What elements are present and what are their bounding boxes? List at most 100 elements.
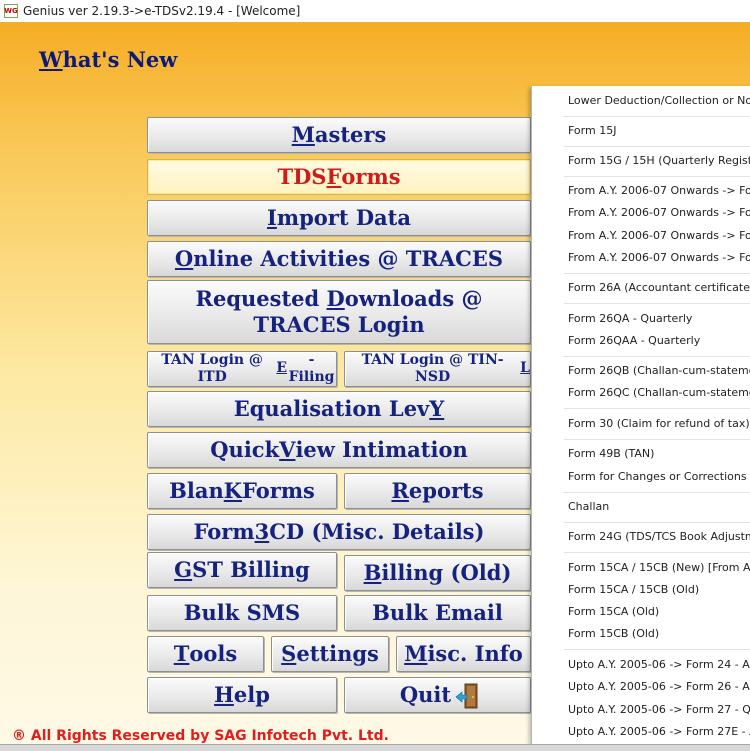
menu-item[interactable]: Form 15CA / 15CB (Old) (568, 583, 699, 596)
blank-forms-pre: Blan (169, 477, 224, 503)
import-data-button[interactable]: Import Data (147, 200, 531, 236)
menu-item[interactable]: Upto A.Y. 2005-06 -> Form 24 - An (568, 658, 750, 671)
menu-item[interactable]: Form 15G / 15H (Quarterly Registe (568, 154, 750, 167)
help-button[interactable]: Help (147, 677, 337, 713)
settings-label: ettings (296, 640, 379, 666)
masters-button[interactable]: Masters (147, 117, 531, 153)
tools-button[interactable]: Tools (147, 636, 264, 672)
menu-item[interactable]: Lower Deduction/Collection or No (568, 94, 750, 107)
menu-item[interactable]: Form 24G (TDS/TCS Book Adjustm (568, 530, 750, 543)
requested-downloads-line2: TRACES Login (253, 312, 425, 337)
blank-forms-mnemonic: K (223, 477, 242, 503)
help-label: elp (233, 681, 270, 707)
bulk-sms-button[interactable]: Bulk SMS (147, 595, 337, 631)
menu-item[interactable]: Upto A.Y. 2005-06 -> Form 26 - An (568, 680, 750, 693)
menu-item[interactable]: Form 26QA - Quarterly (568, 312, 692, 325)
menu-item[interactable]: Upto A.Y. 2005-06 -> Form 27 - Qu (568, 703, 750, 716)
tds-forms-label-pre: TDS (277, 163, 327, 189)
tools-mnemonic: T (173, 640, 190, 666)
settings-mnemonic: S (281, 640, 297, 666)
menu-item[interactable]: Form 15J (568, 124, 616, 137)
whats-new-label: hat's New (62, 47, 178, 72)
menu-item[interactable]: Form 15CB (Old) (568, 627, 659, 640)
quick-view-pre: Quick (210, 436, 280, 462)
menu-item[interactable]: Form for Changes or Corrections in (568, 470, 750, 483)
settings-button[interactable]: Settings (271, 636, 389, 672)
quit-button[interactable]: Quit (344, 677, 531, 713)
gst-billing-button[interactable]: G ST Billing (147, 552, 337, 588)
whats-new-link[interactable]: What's New (39, 47, 177, 72)
menu-item[interactable]: Form 26A (Accountant certificate f (568, 281, 750, 294)
reports-button[interactable]: Reports (344, 473, 531, 509)
equalisation-pre: Equalisation Lev (233, 395, 430, 421)
menu-item[interactable]: Form 30 (Claim for refund of tax) (568, 417, 750, 430)
misc-info-label: isc. Info (427, 640, 523, 666)
blank-forms-rest: Forms (242, 477, 315, 503)
quit-label: Quit (399, 681, 452, 707)
equalisation-mnemonic: Y (429, 395, 445, 421)
menu-item[interactable]: Form 26QAA - Quarterly (568, 334, 700, 347)
online-activities-mnemonic: O (174, 245, 194, 271)
online-activities-label: nline Activities @ TRACES (193, 245, 504, 271)
misc-info-button[interactable]: Misc. Info (396, 636, 531, 672)
requested-downloads-button[interactable]: Requested Downloads @ TRACES Login (147, 280, 531, 344)
menu-item[interactable]: Form 26QC (Challan-cum-stateme (568, 386, 750, 399)
requested-downloads-pre: Requested (195, 285, 327, 311)
tds-forms-button[interactable]: TDS Forms (147, 159, 531, 195)
reports-label: eports (408, 477, 484, 503)
menu-separator (564, 408, 750, 409)
billing-old-button[interactable]: Billing (Old) (344, 555, 531, 591)
menu-separator (564, 146, 750, 147)
copyright-footer: ® All Rights Reserved by SAG Infotech Pv… (12, 728, 389, 744)
misc-info-mnemonic: M (404, 640, 428, 666)
equalisation-levy-button[interactable]: Equalisation Lev Y (147, 391, 531, 427)
import-data-mnemonic: I (267, 204, 277, 230)
menu-item[interactable]: Challan (568, 500, 609, 513)
bulk-email-button[interactable]: Bulk Email (344, 595, 531, 631)
exit-door-icon (455, 682, 478, 709)
blank-forms-button[interactable]: Blan K Forms (147, 473, 337, 509)
tds-forms-dropdown-menu: Lower Deduction/Collection or No Form 15… (531, 86, 750, 750)
form-3cd-button[interactable]: Form 3 CD (Misc. Details) (147, 514, 531, 550)
help-mnemonic: H (214, 681, 234, 707)
reports-mnemonic: R (391, 477, 409, 503)
menu-separator (564, 356, 750, 357)
menu-item[interactable]: From A.Y. 2006-07 Onwards -> For (568, 184, 750, 197)
billing-old-mnemonic: B (363, 559, 382, 585)
menu-separator (564, 552, 750, 553)
menu-item[interactable]: Form 15CA / 15CB (New) [From Ap (568, 561, 750, 574)
tan-itd-mnemonic: E (276, 360, 288, 377)
gst-billing-label: ST Billing (192, 556, 310, 582)
menu-separator (564, 116, 750, 117)
tds-forms-label: orms (341, 163, 401, 189)
menu-separator (564, 176, 750, 177)
masters-label: asters (314, 121, 387, 147)
menu-item[interactable]: Upto A.Y. 2005-06 -> Form 27E - A (568, 725, 750, 738)
menu-item[interactable]: Form 49B (TAN) (568, 447, 654, 460)
menu-item[interactable]: Form 26QB (Challan-cum-stateme (568, 364, 750, 377)
window-title: Genius ver 2.19.3->e-TDSv2.19.4 - [Welco… (23, 4, 301, 18)
form-3cd-mnemonic: 3 (254, 518, 270, 544)
menu-item[interactable]: Form 15CA (Old) (568, 605, 659, 618)
quick-view-intimation-button[interactable]: Quick View Intimation (147, 432, 531, 468)
masters-mnemonic: M (291, 121, 315, 147)
menu-separator (564, 439, 750, 440)
tan-login-nsdl-button[interactable]: TAN Login @ TIN-NSD L (344, 351, 531, 387)
menu-item[interactable]: From A.Y. 2006-07 Onwards -> For (568, 229, 750, 242)
menu-separator (564, 303, 750, 304)
menu-separator (564, 492, 750, 493)
tds-forms-mnemonic: F (326, 163, 342, 189)
requested-downloads-mnemonic: D (326, 285, 345, 311)
menu-item[interactable]: From A.Y. 2006-07 Onwards -> For (568, 251, 750, 264)
menu-separator (564, 273, 750, 274)
requested-downloads-line1: Requested Downloads @ (196, 286, 483, 312)
tan-itd-rest: -Filing (288, 351, 335, 386)
bulk-email-label: Bulk Email (372, 599, 503, 625)
menu-item[interactable]: From A.Y. 2006-07 Onwards -> For (568, 206, 750, 219)
tan-nsdl-mnemonic: L (520, 360, 530, 377)
online-activities-button[interactable]: Online Activities @ TRACES (147, 241, 531, 277)
whats-new-mnemonic: W (39, 47, 63, 72)
quick-view-mnemonic: V (279, 436, 296, 462)
tan-login-itd-button[interactable]: TAN Login @ ITD E -Filing (147, 351, 337, 387)
bulk-sms-label: Bulk SMS (183, 599, 301, 625)
